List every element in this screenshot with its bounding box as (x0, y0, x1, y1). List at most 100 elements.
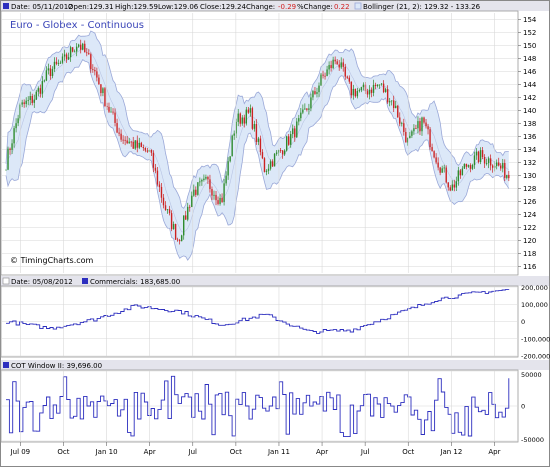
header-bollinger: Bollinger (21, 2): 129.32 - 133.26 (363, 3, 481, 11)
price-bar-body (251, 108, 254, 129)
price-bar-body (296, 121, 298, 138)
price-bar-body (453, 184, 455, 188)
price-bar-body (376, 84, 379, 86)
price-bar-body (401, 123, 403, 124)
price-bar-body (455, 181, 458, 188)
price-bar-body (405, 131, 407, 143)
price-bar-body (59, 62, 62, 64)
price-bar-body (112, 111, 114, 113)
price-bar-body (265, 170, 268, 172)
price-bar-body (399, 117, 401, 124)
price-bar-body (154, 167, 157, 171)
price-bar-body (427, 126, 429, 130)
price-bar-body (57, 63, 60, 64)
header-open: Open:129.31 (68, 3, 114, 11)
price-tick-label: 152 (523, 29, 536, 37)
price-bar-body (41, 81, 44, 94)
price-bar-body (94, 69, 96, 72)
x-tick-label: Apr (488, 448, 500, 456)
price-tick-label: 144 (523, 81, 537, 89)
price-bar-body (411, 131, 413, 136)
price-bar-body (146, 150, 149, 152)
price-bar-body (197, 182, 199, 195)
price-bar-body (249, 108, 252, 113)
price-bar-body (271, 161, 274, 167)
price-bar-body (166, 209, 169, 211)
price-bar-body (223, 183, 225, 203)
header-pct-label: %Change: (297, 3, 333, 11)
price-tick-label: 134 (523, 146, 537, 154)
price-bar-body (487, 158, 490, 164)
price-bar-body (395, 105, 397, 109)
price-bar-body (178, 239, 181, 242)
price-bar-body (386, 89, 389, 103)
price-bar-body (348, 77, 350, 82)
price-bar-body (498, 162, 500, 166)
price-bar-body (209, 179, 211, 190)
price-bar-body (96, 71, 98, 78)
price-bar-body (245, 109, 248, 124)
price-bar-body (114, 112, 116, 123)
price-bar-body (489, 158, 492, 166)
price-bar-body (253, 124, 256, 129)
price-tick-label: 138 (523, 120, 536, 128)
price-tick-label: 148 (523, 55, 536, 63)
price-bar-body (318, 85, 320, 93)
price-bar-body (374, 84, 377, 86)
price-bar-body (362, 84, 365, 88)
price-chart-title: Euro - Globex - Continuous (10, 20, 144, 31)
price-bar-body (84, 43, 86, 53)
price-bar-body (330, 65, 332, 69)
price-bar-body (90, 54, 92, 70)
price-bar-body (479, 150, 482, 163)
price-bar-body (102, 88, 104, 94)
price-bar-body (366, 91, 369, 95)
price-bar-body (128, 141, 130, 144)
price-tick-label: 130 (523, 172, 536, 180)
commercials-tick-label: 100,000 (521, 301, 548, 309)
price-bar-body (21, 102, 23, 105)
cot-tick-label: 0 (521, 403, 525, 411)
commercials-y-axis: 200,000 100,000 0 -100,000 -200,000 (521, 284, 550, 361)
price-bar-body (279, 150, 282, 151)
price-bar-body (164, 205, 167, 211)
price-bar-body (429, 129, 431, 148)
price-bar-body (372, 84, 375, 93)
price-bar-body (215, 194, 217, 201)
commercials-tick-label: 200,000 (521, 284, 548, 292)
price-bar-body (388, 101, 391, 103)
price-bar-body (483, 156, 486, 164)
price-bar-body (176, 239, 179, 241)
price-bar-body (350, 81, 353, 96)
price-bar-body (322, 74, 324, 76)
price-bar-body (419, 121, 421, 132)
header-change-value: -0.29 (278, 3, 296, 11)
x-tick-label: Jul 09 (10, 448, 31, 456)
price-bar-body (219, 197, 221, 204)
price-bar-body (300, 112, 302, 119)
price-bar-body (475, 151, 478, 156)
price-bar-body (61, 56, 64, 63)
price-bar-body (393, 100, 395, 109)
legend-swatch-commercials (82, 278, 88, 284)
price-bar-body (352, 88, 355, 96)
price-bar-body (294, 128, 296, 138)
price-bar-body (75, 46, 78, 52)
price-tick-label: 118 (523, 250, 536, 258)
price-bar-body (189, 206, 191, 208)
price-bar-body (227, 161, 229, 176)
price-bar-body (292, 128, 294, 135)
price-bar-body (17, 118, 19, 124)
price-bar-body (73, 51, 76, 53)
price-bar-body (302, 109, 304, 113)
price-bar-body (126, 140, 128, 144)
commercials-header-value: 183,685.00 (140, 278, 180, 286)
price-tick-label: 120 (523, 237, 536, 245)
price-bar-body (55, 61, 58, 64)
price-bar-body (281, 150, 284, 155)
price-bar-body (136, 140, 138, 148)
price-bar-body (243, 117, 245, 124)
cot-header-value: 39,696.00 (66, 362, 102, 370)
price-bar-body (247, 109, 250, 113)
price-bar-body (239, 113, 241, 124)
